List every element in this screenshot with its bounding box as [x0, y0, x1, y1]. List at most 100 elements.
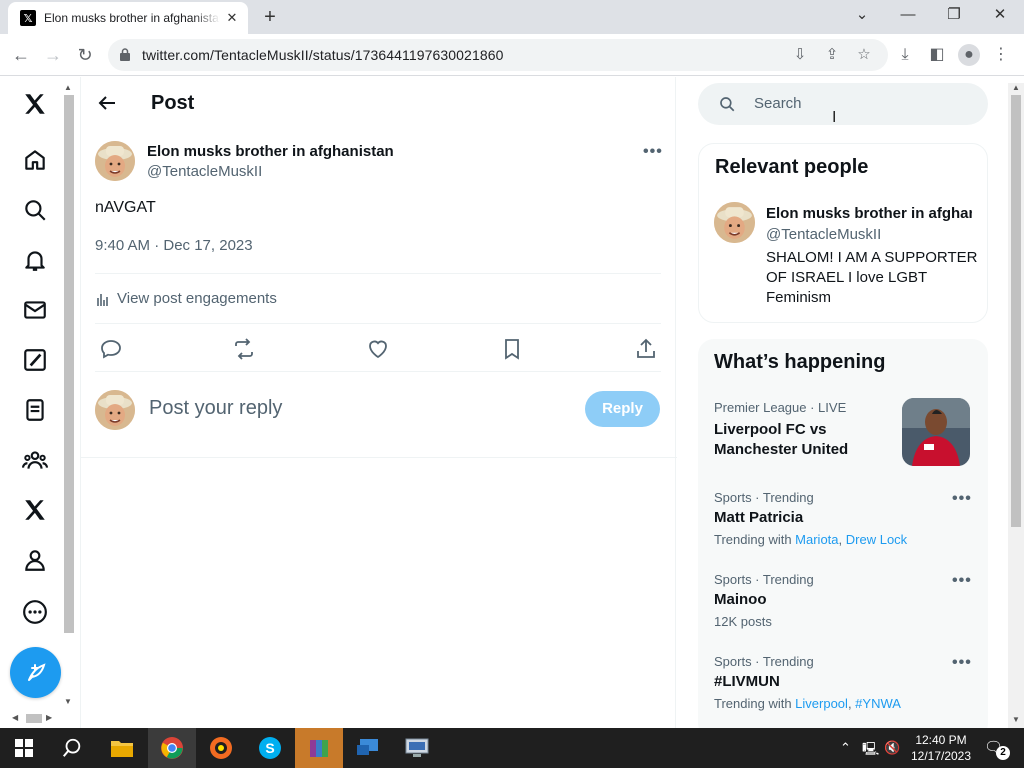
- repost-icon[interactable]: [232, 337, 256, 361]
- right-scrollbar[interactable]: ▲ ▼: [1008, 83, 1024, 728]
- show-hidden-icons-chevron-icon[interactable]: ⌃: [840, 740, 851, 756]
- horizontal-scrollbar[interactable]: ◀ ▶: [8, 711, 58, 725]
- search-input[interactable]: Search I: [698, 83, 988, 126]
- trend-title[interactable]: Liverpool FC vs Manchester United: [714, 420, 894, 460]
- browser-menu-icon[interactable]: ⋮: [990, 44, 1012, 66]
- horizontal-scrollbar-thumb[interactable]: [26, 714, 42, 723]
- more-options-icon[interactable]: [20, 597, 50, 627]
- my-avatar[interactable]: [95, 390, 135, 430]
- right-sidebar: Search I Relevant people Elon musks brot…: [678, 77, 1008, 728]
- profile-avatar-icon[interactable]: ●: [958, 44, 980, 66]
- scroll-left-arrow-icon[interactable]: ◀: [12, 713, 18, 722]
- restore-button[interactable]: ❐: [934, 4, 974, 28]
- network-utility-app[interactable]: [393, 728, 441, 768]
- trend-link[interactable]: Drew Lock: [846, 532, 907, 547]
- new-tab-button[interactable]: +: [258, 6, 282, 28]
- trend-link[interactable]: #YNWA: [855, 696, 901, 711]
- network-icon[interactable]: 🖳: [862, 740, 879, 762]
- address-bar[interactable]: twitter.com/TentacleMuskII/status/173644…: [108, 39, 888, 71]
- winrar-app[interactable]: [295, 728, 343, 768]
- file-explorer-app[interactable]: [98, 728, 146, 768]
- trend-subtitle: Trending with Mariota, Drew Lock: [714, 532, 907, 547]
- trend-meta: Sports · Trending: [714, 490, 814, 505]
- relevant-person-name[interactable]: Elon musks brother in afghanistan: [766, 205, 972, 222]
- tab-search-icon[interactable]: ⌄: [842, 4, 882, 28]
- compose-post-button[interactable]: [10, 647, 61, 698]
- forward-button[interactable]: →: [40, 42, 66, 68]
- profile-icon[interactable]: [20, 545, 50, 575]
- avg-browser-app[interactable]: [197, 728, 245, 768]
- relevant-person-handle[interactable]: @TentacleMuskII: [766, 226, 881, 243]
- view-engagements-link[interactable]: View post engagements: [95, 290, 277, 307]
- reply-icon[interactable]: [99, 337, 123, 361]
- like-heart-icon[interactable]: [366, 337, 390, 361]
- scroll-up-arrow-icon[interactable]: ▲: [64, 83, 72, 92]
- chrome-icon: [161, 737, 183, 759]
- volume-muted-icon[interactable]: 🔇: [884, 740, 900, 756]
- close-window-button[interactable]: ✕: [980, 4, 1020, 28]
- whats-happening-title: What’s happening: [714, 351, 886, 373]
- author-handle[interactable]: @TentacleMuskII: [147, 163, 262, 180]
- search-icon: [62, 738, 81, 757]
- bookmark-star-icon[interactable]: ☆: [854, 45, 874, 65]
- engagements-label: View post engagements: [117, 290, 277, 307]
- author-name[interactable]: Elon musks brother in afghanistan: [147, 143, 394, 160]
- grok-icon[interactable]: [20, 345, 50, 375]
- clock-time: 12:40 PM: [915, 733, 967, 747]
- back-arrow-icon[interactable]: [95, 91, 119, 115]
- lists-icon[interactable]: [20, 395, 50, 425]
- trend-title[interactable]: Mainoo: [714, 590, 767, 610]
- x-logo-icon[interactable]: [20, 89, 50, 119]
- trend-more-options-icon[interactable]: •••: [952, 490, 972, 508]
- left-scrollbar[interactable]: ▲ ▼: [62, 83, 76, 723]
- bookmark-icon[interactable]: [500, 337, 524, 361]
- start-button[interactable]: [0, 728, 48, 768]
- messages-envelope-icon[interactable]: [20, 295, 50, 325]
- scroll-up-arrow-icon[interactable]: ▲: [1012, 83, 1020, 92]
- scroll-right-arrow-icon[interactable]: ▶: [46, 713, 52, 722]
- minimize-button[interactable]: —: [888, 4, 928, 28]
- downloads-icon[interactable]: ⤓: [894, 44, 916, 66]
- reply-input[interactable]: Post your reply: [149, 397, 282, 420]
- scroll-down-arrow-icon[interactable]: ▼: [64, 697, 72, 706]
- author-avatar[interactable]: [95, 141, 135, 181]
- analytics-bar-icon: [97, 293, 108, 306]
- skype-app[interactable]: S: [246, 728, 294, 768]
- explore-search-icon[interactable]: [20, 195, 50, 225]
- remote-desktop-app[interactable]: [344, 728, 392, 768]
- relevant-person-avatar[interactable]: [714, 202, 755, 243]
- install-app-icon[interactable]: ⇩: [790, 45, 810, 65]
- relevant-person-bio: SHALOM! I AM A SUPPORTER OF ISRAEL I lov…: [766, 249, 978, 306]
- tab-close-icon[interactable]: ✕: [224, 10, 240, 26]
- folder-icon: [111, 741, 133, 757]
- trend-title[interactable]: Matt Patricia: [714, 508, 803, 528]
- trend-more-options-icon[interactable]: •••: [952, 654, 972, 672]
- left-scrollbar-thumb[interactable]: [64, 95, 74, 633]
- trend-subtitle: Trending with Liverpool, #YNWA: [714, 696, 901, 711]
- trend-title[interactable]: #LIVMUN: [714, 672, 780, 692]
- post-timestamp[interactable]: 9:40 AM · Dec 17, 2023: [95, 237, 253, 254]
- home-icon[interactable]: [20, 145, 50, 175]
- reply-button[interactable]: Reply: [585, 391, 660, 427]
- text-cursor-icon: I: [832, 109, 837, 126]
- share-upload-icon[interactable]: [634, 337, 658, 361]
- post-more-options-icon[interactable]: •••: [643, 143, 663, 161]
- side-panel-icon[interactable]: ◧: [926, 44, 948, 66]
- reload-button[interactable]: ↻: [72, 42, 98, 68]
- communities-icon[interactable]: [20, 445, 50, 475]
- right-scrollbar-thumb[interactable]: [1011, 95, 1021, 527]
- windows-logo-icon: [15, 739, 33, 757]
- trend-thumbnail[interactable]: [902, 398, 970, 466]
- premium-x-icon[interactable]: [20, 495, 50, 525]
- notifications-bell-icon[interactable]: [20, 245, 50, 275]
- chrome-app[interactable]: [148, 728, 196, 768]
- trend-link[interactable]: Liverpool: [795, 696, 848, 711]
- back-button[interactable]: ←: [8, 42, 34, 68]
- taskbar-search-button[interactable]: [48, 728, 96, 768]
- browser-tab[interactable]: 𝕏 Elon musks brother in afghanistan ✕: [8, 2, 248, 34]
- system-clock[interactable]: 12:40 PM 12/17/2023: [906, 732, 976, 764]
- trend-more-options-icon[interactable]: •••: [952, 572, 972, 590]
- share-icon[interactable]: ⇪: [822, 45, 842, 65]
- scroll-down-arrow-icon[interactable]: ▼: [1012, 715, 1020, 724]
- trend-link[interactable]: Mariota: [795, 532, 838, 547]
